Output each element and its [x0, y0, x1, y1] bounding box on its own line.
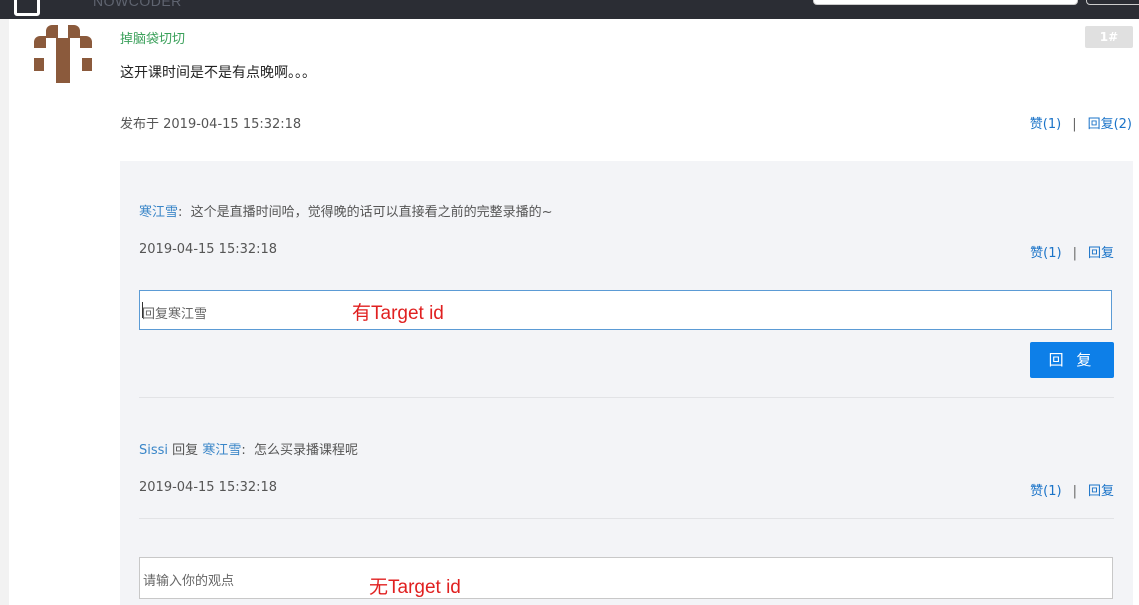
reply-date: 2019-04-15 15:32:18: [139, 480, 278, 495]
reply-item: 寒江雪: 这个是直播时间哈，觉得晚的话可以直接看之前的完整录播的~: [139, 201, 553, 220]
post-content: 这开课时间是不是有点晚啊。。。: [120, 65, 316, 81]
reply-colon: :: [241, 443, 246, 458]
post-author[interactable]: 掉脑袋切切: [120, 28, 185, 47]
reply-button[interactable]: 回复: [1088, 246, 1114, 261]
reply-target-username[interactable]: 寒江雪: [202, 443, 241, 458]
reply-button[interactable]: 回复: [1088, 484, 1114, 499]
divider: [139, 397, 1114, 398]
like-button[interactable]: 赞(1): [1030, 484, 1061, 499]
reply-text: 怎么买录播课程呢: [254, 443, 359, 458]
post-date: 发布于 2019-04-15 15:32:18: [120, 117, 302, 132]
top-nav-bar: NOWCODER: [0, 0, 1139, 19]
reply-username[interactable]: 寒江雪: [139, 205, 178, 220]
divider: [139, 518, 1114, 519]
nav-button[interactable]: [1086, 0, 1139, 5]
reply-word: 回复: [172, 443, 199, 458]
separator: |: [1072, 117, 1077, 132]
reply-input-placeholder: 回复寒江雪: [142, 307, 208, 322]
like-button[interactable]: 赞(1): [1030, 246, 1061, 261]
reply-item: Sissi 回复 寒江雪: 怎么买录播课程呢: [139, 439, 358, 458]
reply-actions: 赞(1) | 回复: [1030, 480, 1114, 499]
reply-username[interactable]: Sissi: [139, 443, 168, 458]
reply-input[interactable]: 回复寒江雪: [139, 290, 1112, 330]
avatar[interactable]: [32, 25, 92, 85]
submit-reply-button[interactable]: 回 复: [1030, 342, 1114, 378]
reply-button[interactable]: 回复(2): [1088, 117, 1132, 132]
reply-colon: :: [178, 205, 183, 220]
nav-search-input[interactable]: [813, 0, 1078, 5]
separator: |: [1072, 246, 1077, 261]
reply-panel: [120, 161, 1133, 605]
brand-name[interactable]: NOWCODER: [93, 0, 182, 9]
reply-date: 2019-04-15 15:32:18: [139, 242, 278, 257]
post-actions: 赞(1) | 回复(2): [1030, 113, 1132, 132]
annotation-has-target-id: 有Target id: [352, 303, 444, 324]
reply-text: 这个是直播时间哈，觉得晚的话可以直接看之前的完整录播的~: [190, 205, 553, 220]
opinion-input[interactable]: 请输入你的观点: [139, 557, 1113, 599]
separator: |: [1072, 484, 1077, 499]
like-button[interactable]: 赞(1): [1030, 117, 1061, 132]
floor-badge: 1#: [1085, 26, 1133, 48]
opinion-input-placeholder: 请输入你的观点: [143, 574, 235, 589]
reply-actions: 赞(1) | 回复: [1030, 242, 1114, 261]
logo-icon[interactable]: [14, 0, 40, 16]
annotation-no-target-id: 无Target id: [369, 577, 461, 598]
